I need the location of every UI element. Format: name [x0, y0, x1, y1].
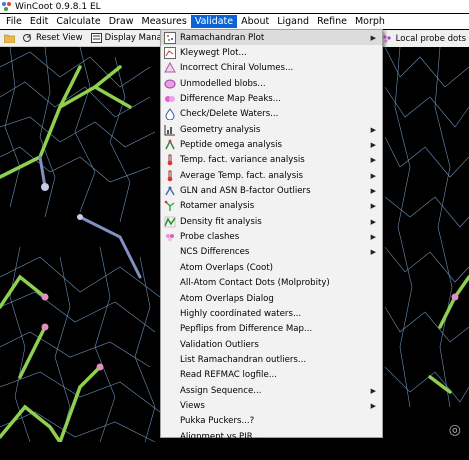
blob-icon	[164, 78, 176, 90]
watermark-logo: ◎	[448, 422, 461, 438]
menu-item-atom-overlaps-dialog[interactable]: Atom Overlaps Dialog	[161, 291, 382, 306]
menu-bar: File Edit Calculate Draw Measures Valida…	[0, 14, 469, 29]
omega-icon	[164, 139, 176, 151]
menu-item-overlaps-peptides-outliers[interactable]: Overlaps, Peptides, CBeta, Rama & Rota O…	[161, 444, 390, 459]
menu-item-gln-asn-bfactor[interactable]: GLN and ASN B-factor Outliers ▶	[161, 183, 382, 198]
menu-about[interactable]: About	[237, 15, 273, 28]
menu-item-ramachandran-plot[interactable]: Ramachandran Plot ▶	[161, 30, 382, 46]
menu-morph[interactable]: Morph	[351, 15, 389, 28]
diff-map-icon	[164, 93, 176, 105]
probe-dots-icon	[382, 34, 393, 44]
ramachandran-icon	[164, 31, 176, 44]
menu-item-temp-fact-variance[interactable]: Temp. fact. variance analysis ▶	[161, 153, 382, 168]
validate-menu: Ramachandran Plot ▶ Kleywegt Plot... Inc…	[160, 29, 390, 457]
thermometer-icon	[164, 154, 176, 166]
local-probe-dots-button[interactable]: Local probe dots	[382, 34, 466, 44]
menu-item-check-delete-waters[interactable]: Check/Delete Waters...	[161, 107, 382, 122]
menu-item-highly-coordinated-waters[interactable]: Highly coordinated waters...	[161, 306, 382, 321]
reset-view-button[interactable]: Reset View	[22, 33, 83, 43]
rotamer-icon	[164, 200, 176, 212]
menu-calculate[interactable]: Calculate	[52, 15, 104, 28]
menu-item-kleywegt-plot[interactable]: Kleywegt Plot...	[161, 45, 382, 60]
submenu-arrow-icon: ▶	[370, 401, 376, 410]
menu-refine[interactable]: Refine	[313, 15, 351, 28]
menu-item-atom-overlaps-coot[interactable]: Atom Overlaps (Coot)	[161, 260, 382, 275]
menu-item-pukka-puckers[interactable]: Pukka Puckers...?	[161, 414, 382, 429]
menu-item-read-refmac-logfile[interactable]: Read REFMAC logfile...	[161, 368, 382, 383]
menu-item-all-atom-contact-dots[interactable]: All-Atom Contact Dots (Molprobity)	[161, 276, 382, 291]
menu-item-geometry-analysis[interactable]: Geometry analysis ▶	[161, 122, 382, 137]
chiral-icon	[164, 62, 176, 74]
menu-item-average-temp-fact[interactable]: Average Temp. fact. analysis ▶	[161, 168, 382, 183]
title-bar: WinCoot 0.9.8.1 EL	[0, 0, 469, 13]
menu-item-peptide-omega-analysis[interactable]: Peptide omega analysis ▶	[161, 137, 382, 152]
submenu-arrow-icon: ▶	[370, 248, 376, 257]
menu-item-rotamer-analysis[interactable]: Rotamer analysis ▶	[161, 199, 382, 214]
menu-item-density-fit-analysis[interactable]: Density fit analysis ▶	[161, 214, 382, 229]
submenu-arrow-icon: ▶	[370, 233, 376, 242]
submenu-arrow-icon: ▶	[370, 187, 376, 196]
submenu-arrow-icon: ▶	[370, 217, 376, 226]
reset-view-label: Reset View	[36, 33, 83, 43]
window-title: WinCoot 0.9.8.1 EL	[15, 1, 101, 12]
geometry-chart-icon	[164, 124, 176, 136]
menu-item-difference-map-peaks[interactable]: Difference Map Peaks...	[161, 91, 382, 106]
thermometer-icon	[164, 170, 176, 182]
submenu-arrow-icon: ▶	[370, 156, 376, 165]
menu-draw[interactable]: Draw	[105, 15, 138, 28]
menu-item-list-ramachandran-outliers[interactable]: List Ramachandran outliers...	[161, 352, 382, 367]
display-manager-icon	[90, 33, 102, 43]
density-fit-icon	[164, 216, 176, 228]
kleywegt-icon	[164, 47, 176, 60]
submenu-arrow-icon: ▶	[370, 141, 376, 150]
menu-item-assign-sequence[interactable]: Assign Sequence... ▶	[161, 383, 382, 398]
wincoot-app-icon	[2, 1, 12, 12]
local-probe-dots-label: Local probe dots	[395, 33, 466, 44]
submenu-arrow-icon: ▶	[370, 202, 376, 211]
folder-icon	[3, 33, 16, 44]
menu-item-probe-clashes[interactable]: Probe clashes ▶	[161, 229, 382, 244]
menu-item-pepflips[interactable]: Pepflips from Difference Map...	[161, 322, 382, 337]
menu-validate[interactable]: Validate	[190, 15, 238, 28]
submenu-arrow-icon: ▶	[370, 125, 376, 134]
menu-edit[interactable]: Edit	[26, 15, 52, 28]
open-folder-button[interactable]	[3, 33, 18, 44]
submenu-arrow-icon: ▶	[370, 386, 376, 395]
reset-view-icon	[22, 33, 33, 43]
menu-file[interactable]: File	[2, 15, 26, 28]
menu-item-validation-outliers[interactable]: Validation Outliers	[161, 337, 382, 352]
submenu-arrow-icon: ▶	[370, 171, 376, 180]
menu-ligand[interactable]: Ligand	[273, 15, 313, 28]
menu-item-ncs-differences[interactable]: NCS Differences ▶	[161, 245, 382, 260]
menu-item-incorrect-chiral-volumes[interactable]: Incorrect Chiral Volumes...	[161, 61, 382, 76]
menu-measures[interactable]: Measures	[138, 15, 191, 28]
submenu-arrow-icon: ▶	[370, 33, 376, 42]
water-drop-icon	[164, 108, 176, 121]
bfactor-icon	[164, 185, 176, 197]
menu-item-unmodelled-blobs[interactable]: Unmodelled blobs...	[161, 76, 382, 91]
menu-item-views[interactable]: Views ▶	[161, 398, 382, 413]
probe-icon	[164, 231, 176, 243]
